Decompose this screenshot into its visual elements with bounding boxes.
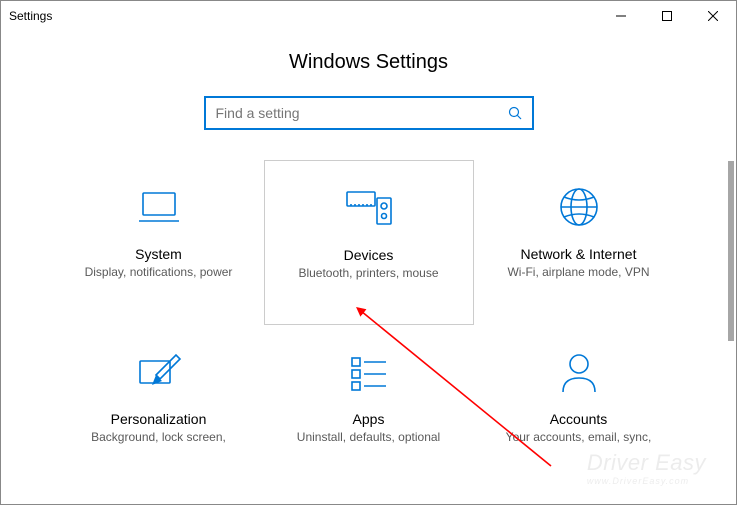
search-icon: [508, 106, 522, 120]
personalization-icon: [136, 345, 182, 399]
tile-system[interactable]: System Display, notifications, power: [54, 160, 264, 325]
search-box[interactable]: [204, 96, 534, 130]
minimize-icon: [616, 11, 626, 21]
accounts-icon: [559, 345, 599, 399]
close-icon: [708, 11, 718, 21]
devices-icon: [343, 181, 395, 235]
watermark: Driver Easy www.DriverEasy.com: [587, 450, 706, 486]
vertical-scrollbar[interactable]: [728, 161, 734, 341]
window-controls: [598, 1, 736, 31]
tiles-grid: System Display, notifications, power Dev…: [1, 160, 736, 455]
system-icon: [135, 180, 183, 234]
watermark-url: www.DriverEasy.com: [587, 476, 706, 486]
maximize-button[interactable]: [644, 1, 690, 31]
search-container: [1, 96, 736, 130]
tile-title: Network & Internet: [521, 246, 637, 262]
maximize-icon: [662, 11, 672, 21]
title-bar: Settings: [1, 1, 736, 31]
tile-sub: Uninstall, defaults, optional: [283, 430, 454, 446]
tile-title: Apps: [353, 411, 385, 427]
tile-personalization[interactable]: Personalization Background, lock screen,: [54, 325, 264, 455]
tile-apps[interactable]: Apps Uninstall, defaults, optional: [264, 325, 474, 455]
content-area: Windows Settings System Display, notific…: [1, 31, 736, 455]
tile-title: Accounts: [550, 411, 608, 427]
page-title: Windows Settings: [1, 51, 736, 74]
tile-title: Devices: [344, 247, 394, 263]
minimize-button[interactable]: [598, 1, 644, 31]
network-icon: [557, 180, 601, 234]
tile-devices[interactable]: Devices Bluetooth, printers, mouse: [264, 160, 474, 325]
tile-sub: Display, notifications, power: [71, 265, 247, 281]
window-title: Settings: [9, 9, 52, 23]
search-input[interactable]: [216, 105, 508, 121]
close-button[interactable]: [690, 1, 736, 31]
tile-sub: Bluetooth, printers, mouse: [284, 266, 452, 282]
apps-icon: [348, 345, 390, 399]
tile-accounts[interactable]: Accounts Your accounts, email, sync,: [474, 325, 684, 455]
tile-sub: Wi-Fi, airplane mode, VPN: [493, 265, 663, 281]
tile-title: Personalization: [111, 411, 207, 427]
tile-sub: Your accounts, email, sync,: [492, 430, 666, 446]
watermark-brand: Driver Easy: [587, 450, 706, 475]
tile-sub: Background, lock screen,: [77, 430, 240, 446]
tile-network[interactable]: Network & Internet Wi-Fi, airplane mode,…: [474, 160, 684, 325]
tile-title: System: [135, 246, 182, 262]
